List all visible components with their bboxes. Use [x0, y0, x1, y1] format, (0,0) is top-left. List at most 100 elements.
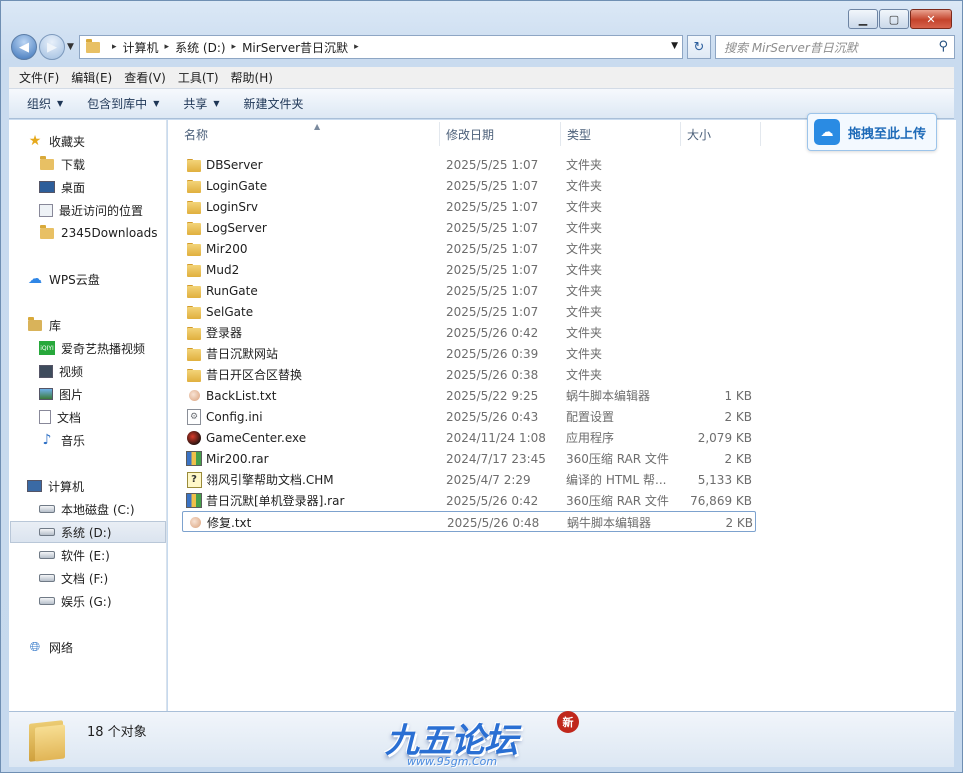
file-name-cell: BackList.txt — [186, 385, 276, 406]
file-name-cell: GameCenter.exe — [186, 427, 306, 448]
search-icon[interactable]: ⚲ — [938, 39, 948, 54]
tree-item-iqiyi[interactable]: iQIYI 爱奇艺热播视频 — [39, 337, 145, 359]
file-date: 2025/5/22 9:25 — [446, 388, 539, 403]
tree-favorites[interactable]: ★ 收藏夹 — [27, 130, 85, 152]
tree-item-drive-d[interactable]: 系统 (D:) — [10, 521, 166, 543]
drag-upload-button[interactable]: ☁ 拖拽至此上传 — [807, 113, 937, 151]
drive-icon — [39, 525, 55, 539]
file-row[interactable]: Mir200.rar 2024/7/17 23:45 360压缩 RAR 文件 2 K… — [182, 448, 756, 469]
file-size — [682, 154, 752, 175]
tree-label: 文档 (F:) — [61, 571, 109, 586]
folder-icon — [186, 367, 202, 383]
drive-icon — [39, 571, 55, 585]
watermark-url: www.95gm.Com — [407, 755, 498, 768]
menu-tools[interactable]: 工具(T) — [172, 69, 225, 86]
desktop-icon — [39, 181, 55, 193]
file-name: SelGate — [206, 304, 254, 319]
file-row[interactable]: 登录器 2025/5/26 0:42 文件夹 — [182, 322, 756, 343]
file-row[interactable]: 修复.txt 2025/5/26 0:48 蜗牛脚本编辑器 2 KB — [182, 511, 756, 532]
menu-file[interactable]: 文件(F) — [13, 69, 65, 86]
file-name-cell: 昔日开区合区替换 — [186, 364, 302, 385]
file-row[interactable]: LoginSrv 2025/5/25 1:07 文件夹 — [182, 196, 756, 217]
chevron-right-icon[interactable]: ▸ — [354, 42, 359, 52]
column-header-date[interactable]: 修改日期 — [440, 122, 561, 146]
tree-label: WPS云盘 — [49, 272, 100, 287]
file-row[interactable]: GameCenter.exe 2024/11/24 1:08 应用程序 2,079 K… — [182, 427, 756, 448]
close-button[interactable]: ✕ — [910, 9, 952, 29]
file-name-cell: 修复.txt — [187, 512, 251, 533]
share-button[interactable]: 共享 ▼ — [171, 95, 231, 112]
column-size-label: 大小 — [687, 127, 712, 142]
file-row[interactable]: 昔日沉默网站 2025/5/26 0:39 文件夹 — [182, 343, 756, 364]
address-bar[interactable]: ▸ 计算机 ▸ 系统 (D:) ▸ MirServer昔日沉默 ▸ ▼ — [79, 35, 683, 59]
tree-libraries[interactable]: 库 — [27, 314, 61, 336]
file-row[interactable]: DBServer 2025/5/25 1:07 文件夹 — [182, 154, 756, 175]
column-header-size[interactable]: 大小 — [681, 122, 761, 146]
file-row[interactable]: Config.ini 2025/5/26 0:43 配置设置 2 KB — [182, 406, 756, 427]
ini-icon — [186, 408, 202, 425]
maximize-button[interactable]: ▢ — [879, 9, 909, 29]
download-folder-icon — [39, 155, 55, 171]
breadcrumb-computer[interactable]: 计算机 — [123, 39, 159, 56]
address-dropdown-icon[interactable]: ▼ — [671, 41, 678, 51]
chevron-right-icon[interactable]: ▸ — [112, 42, 117, 52]
organize-button[interactable]: 组织 ▼ — [15, 95, 75, 112]
back-button[interactable]: ◀ — [11, 34, 37, 60]
folder-icon — [86, 38, 100, 53]
new-folder-button[interactable]: 新建文件夹 — [232, 95, 316, 112]
file-row[interactable]: 昔日沉默[单机登录器].rar 2025/5/26 0:42 360压缩 RAR 文… — [182, 490, 756, 511]
menu-help[interactable]: 帮助(H) — [225, 69, 279, 86]
menu-view[interactable]: 查看(V) — [118, 69, 172, 86]
file-row[interactable]: RunGate 2025/5/25 1:07 文件夹 — [182, 280, 756, 301]
minimize-button[interactable]: ▁ — [848, 9, 878, 29]
breadcrumb-drive-d[interactable]: 系统 (D:) — [175, 39, 225, 56]
file-name-cell: RunGate — [186, 280, 258, 301]
file-row[interactable]: LogServer 2025/5/25 1:07 文件夹 — [182, 217, 756, 238]
tree-item-2345downloads[interactable]: 2345Downloads — [39, 222, 157, 244]
tree-item-recent-places[interactable]: 最近访问的位置 — [39, 199, 143, 221]
file-row[interactable]: SelGate 2025/5/25 1:07 文件夹 — [182, 301, 756, 322]
folder-icon — [186, 199, 202, 215]
file-name-cell: DBServer — [186, 154, 263, 175]
computer-icon — [27, 480, 42, 492]
tree-item-documents[interactable]: 文档 — [39, 406, 81, 428]
tree-computer[interactable]: 计算机 — [27, 475, 84, 497]
column-header-name[interactable]: 名称 ▲ — [178, 122, 440, 146]
network-icon: 🌐︎ — [29, 639, 41, 655]
refresh-button[interactable]: ↻ — [687, 35, 711, 59]
folder-large-icon — [29, 720, 65, 762]
tree-item-drive-c[interactable]: 本地磁盘 (C:) — [39, 498, 135, 520]
navigation-pane: ★ 收藏夹 下载 桌面 最近访问的位置 2345Downloads ☁ WPS云… — [9, 120, 167, 711]
file-name-cell: Mir200 — [186, 238, 248, 259]
tree-item-pictures[interactable]: 图片 — [39, 383, 83, 405]
file-row[interactable]: Mud2 2025/5/25 1:07 文件夹 — [182, 259, 756, 280]
chevron-right-icon[interactable]: ▸ — [165, 42, 170, 52]
tree-item-desktop[interactable]: 桌面 — [39, 176, 85, 198]
tree-item-music[interactable]: ♪ 音乐 — [39, 429, 85, 451]
file-row[interactable]: Mir200 2025/5/25 1:07 文件夹 — [182, 238, 756, 259]
breadcrumb-current-folder[interactable]: MirServer昔日沉默 — [242, 39, 348, 56]
tree-item-downloads[interactable]: 下载 — [39, 153, 85, 175]
menu-edit[interactable]: 编辑(E) — [65, 69, 118, 86]
tree-network[interactable]: 🌐︎ 网络 — [27, 636, 73, 658]
tree-wps-cloud[interactable]: ☁ WPS云盘 — [27, 268, 100, 290]
tree-item-drive-f[interactable]: 文档 (F:) — [39, 567, 108, 589]
tree-item-drive-e[interactable]: 软件 (E:) — [39, 544, 110, 566]
file-row[interactable]: 昔日开区合区替换 2025/5/26 0:38 文件夹 — [182, 364, 756, 385]
exe-icon — [186, 430, 202, 446]
include-in-library-button[interactable]: 包含到库中 ▼ — [75, 95, 171, 112]
forward-button[interactable]: ▶ — [39, 34, 65, 60]
file-size — [682, 364, 752, 385]
file-name-cell: Mir200.rar — [186, 448, 269, 469]
recent-pages-dropdown-icon[interactable]: ▼ — [67, 42, 74, 52]
chevron-right-icon[interactable]: ▸ — [232, 42, 237, 52]
file-row[interactable]: 翎风引擎帮助文档.CHM 2025/4/7 2:29 编译的 HTML 帮... 5,… — [182, 469, 756, 490]
tree-item-drive-g[interactable]: 娱乐 (G:) — [39, 590, 112, 612]
file-type: 文件夹 — [566, 200, 603, 214]
tree-item-videos[interactable]: 视频 — [39, 360, 83, 382]
file-row[interactable]: BackList.txt 2025/5/22 9:25 蜗牛脚本编辑器 1 KB — [182, 385, 756, 406]
search-input[interactable]: 搜索 MirServer昔日沉默 ⚲ — [715, 35, 955, 59]
column-header-type[interactable]: 类型 — [561, 122, 681, 146]
file-type: 蜗牛脚本编辑器 — [567, 516, 652, 530]
file-row[interactable]: LoginGate 2025/5/25 1:07 文件夹 — [182, 175, 756, 196]
